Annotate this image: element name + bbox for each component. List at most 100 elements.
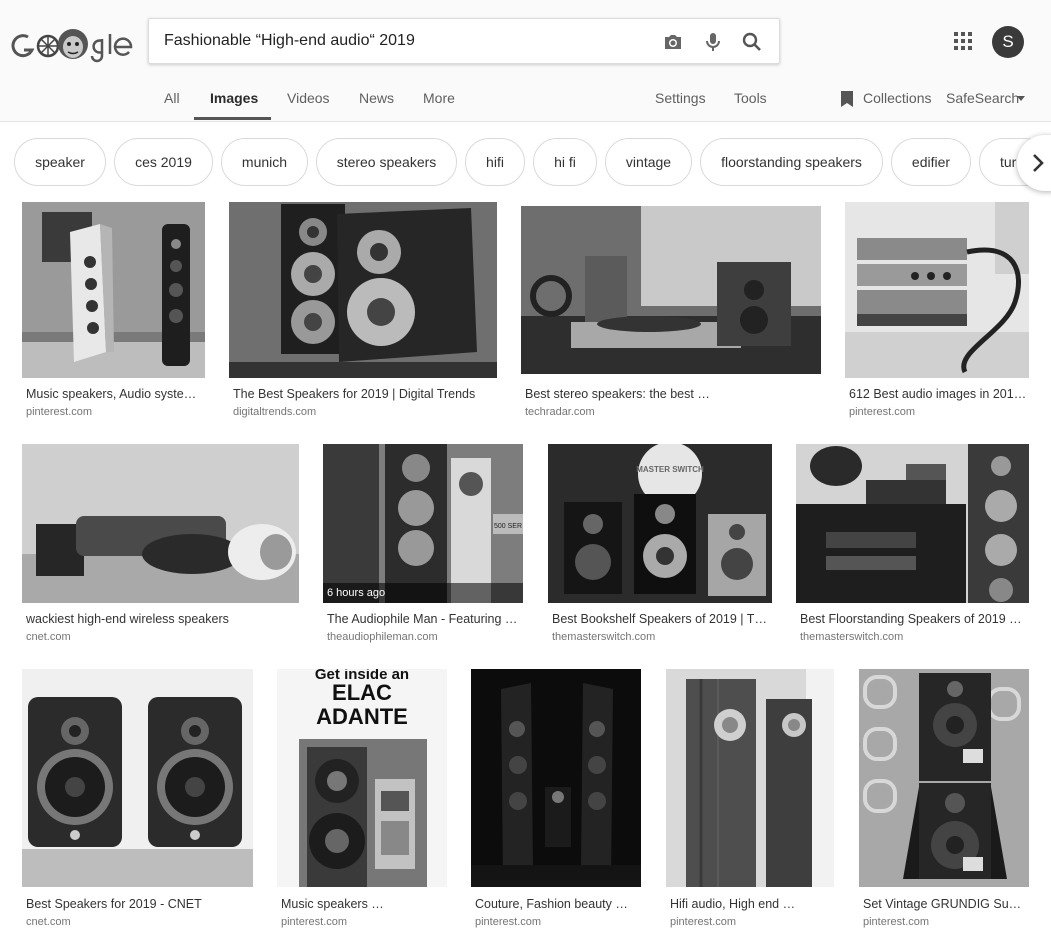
tools-link[interactable]: Tools	[734, 90, 767, 106]
result-thumbnail[interactable]: 500 SER 6 hours ago	[323, 444, 523, 603]
vintage-grundig-thumbnail	[859, 669, 1029, 887]
result-thumbnail[interactable]	[22, 669, 253, 887]
hifi-rack-thumbnail	[796, 444, 1029, 603]
result-caption[interactable]: 612 Best audio images in 201…	[849, 387, 1027, 401]
q-acoustics-speakers-thumbnail	[22, 669, 253, 887]
result-caption[interactable]: wackiest high-end wireless speakers	[26, 612, 296, 626]
amplifier-thumbnail	[845, 202, 1029, 378]
chip-hifi[interactable]: hifi	[465, 138, 525, 186]
speaker-thumbnail	[22, 202, 205, 378]
result-domain[interactable]: theaudiophileman.com	[327, 631, 438, 643]
chevron-right-icon	[1033, 154, 1044, 172]
image-result[interactable]: wackiest high-end wireless speakers cnet…	[22, 444, 299, 654]
result-caption[interactable]: Best Floorstanding Speakers of 2019 …	[800, 612, 1026, 626]
image-result[interactable]: Music speakers, Audio syste… pinterest.c…	[22, 202, 205, 422]
search-box	[148, 18, 780, 64]
result-thumbnail[interactable]	[521, 206, 821, 374]
chip-edifier[interactable]: edifier	[891, 138, 971, 186]
tab-videos[interactable]: Videos	[287, 90, 330, 106]
top-bar: S All Images Videos News More Settings T…	[0, 0, 1051, 122]
result-caption[interactable]: Music speakers …	[281, 897, 445, 911]
apps-grid-icon[interactable]	[952, 30, 974, 52]
result-caption[interactable]: The Best Speakers for 2019 | Digital Tre…	[233, 387, 495, 401]
result-caption[interactable]: Set Vintage GRUNDIG Su…	[863, 897, 1027, 911]
result-domain[interactable]: digitaltrends.com	[233, 406, 316, 418]
chip-hi-fi[interactable]: hi fi	[533, 138, 597, 186]
wooden-towers-thumbnail	[666, 669, 834, 887]
chip-speaker[interactable]: speaker	[14, 138, 106, 186]
google-doodle-logo[interactable]	[10, 26, 135, 66]
bookshelf-speakers-thumbnail: MASTER SWITCH	[548, 444, 772, 603]
result-domain[interactable]: themasterswitch.com	[800, 631, 903, 643]
image-result[interactable]: Hifi audio, High end … pinterest.com	[666, 669, 834, 931]
image-result[interactable]: Get inside an ELAC ADANTE Music speakers…	[277, 669, 447, 931]
result-domain[interactable]: themasterswitch.com	[552, 631, 655, 643]
result-time-overlay: 6 hours ago	[323, 583, 523, 603]
image-result[interactable]: Best Speakers for 2019 - CNET cnet.com	[22, 669, 253, 931]
chevron-down-icon[interactable]	[1017, 96, 1025, 101]
thumb-label-master-switch: MASTER SWITCH	[636, 465, 704, 474]
result-thumbnail[interactable]	[845, 202, 1029, 378]
chip-floorstanding-speakers[interactable]: floorstanding speakers	[700, 138, 883, 186]
result-caption[interactable]: Music speakers, Audio syste…	[26, 387, 202, 401]
search-icon[interactable]	[740, 30, 764, 54]
result-domain[interactable]: pinterest.com	[475, 916, 541, 928]
result-caption[interactable]: Best Bookshelf Speakers of 2019 | T…	[552, 612, 770, 626]
result-domain[interactable]: pinterest.com	[26, 406, 92, 418]
camera-icon[interactable]	[661, 30, 685, 54]
chip-ces-2019[interactable]: ces 2019	[114, 138, 213, 186]
result-domain[interactable]: pinterest.com	[670, 916, 736, 928]
result-domain[interactable]: cnet.com	[26, 631, 71, 643]
image-result[interactable]: Set Vintage GRUNDIG Su… pinterest.com	[859, 669, 1029, 931]
result-domain[interactable]: pinterest.com	[849, 406, 915, 418]
thumb-text-adante: ADANTE	[316, 704, 408, 729]
image-result[interactable]: The Best Speakers for 2019 | Digital Tre…	[229, 202, 497, 422]
bookmark-icon[interactable]	[840, 90, 854, 108]
result-caption[interactable]: Hifi audio, High end …	[670, 897, 832, 911]
result-domain[interactable]: pinterest.com	[281, 916, 347, 928]
result-thumbnail[interactable]: MASTER SWITCH	[548, 444, 772, 603]
result-caption[interactable]: Best stereo speakers: the best …	[525, 387, 815, 401]
result-thumbnail[interactable]	[666, 669, 834, 887]
microphone-icon[interactable]	[701, 30, 725, 54]
tab-news[interactable]: News	[359, 90, 394, 106]
settings-link[interactable]: Settings	[655, 90, 706, 106]
result-thumbnail[interactable]	[471, 669, 641, 887]
result-caption[interactable]: Couture, Fashion beauty …	[475, 897, 639, 911]
search-input[interactable]	[164, 29, 644, 53]
active-tab-indicator	[194, 117, 271, 120]
floorstanding-speakers-thumbnail: 500 SER	[323, 444, 523, 603]
image-result[interactable]: MASTER SWITCH Best Bookshelf Speakers of…	[548, 444, 772, 654]
chip-munich[interactable]: munich	[221, 138, 308, 186]
collections-link[interactable]: Collections	[863, 90, 931, 106]
chip-stereo-speakers[interactable]: stereo speakers	[316, 138, 457, 186]
result-caption[interactable]: Best Speakers for 2019 - CNET	[26, 897, 250, 911]
turntable-thumbnail	[521, 206, 821, 374]
chip-vintage[interactable]: vintage	[605, 138, 692, 186]
result-thumbnail[interactable]	[796, 444, 1029, 603]
speaker-thumbnail	[229, 202, 497, 378]
tab-images[interactable]: Images	[210, 90, 258, 106]
result-thumbnail[interactable]	[859, 669, 1029, 887]
image-result[interactable]: Best Floorstanding Speakers of 2019 … th…	[796, 444, 1029, 654]
tab-all[interactable]: All	[164, 90, 180, 106]
safesearch-menu[interactable]: SafeSearch	[946, 90, 1019, 106]
elac-adante-thumbnail: Get inside an ELAC ADANTE	[277, 669, 447, 887]
image-result[interactable]: 612 Best audio images in 201… pinterest.…	[845, 202, 1029, 422]
image-result[interactable]: Couture, Fashion beauty … pinterest.com	[471, 669, 641, 931]
result-caption[interactable]: The Audiophile Man - Featuring …	[327, 612, 521, 626]
result-thumbnail[interactable]: Get inside an ELAC ADANTE	[277, 669, 447, 887]
dark-towers-thumbnail	[471, 669, 641, 887]
tab-more[interactable]: More	[423, 90, 455, 106]
account-avatar[interactable]: S	[992, 26, 1024, 58]
result-thumbnail[interactable]	[22, 202, 205, 378]
image-result[interactable]: Best stereo speakers: the best … techrad…	[521, 202, 821, 422]
result-thumbnail[interactable]	[229, 202, 497, 378]
result-domain[interactable]: cnet.com	[26, 916, 71, 928]
image-result[interactable]: 500 SER 6 hours ago The Audiophile Man -…	[323, 444, 523, 654]
result-thumbnail[interactable]	[22, 444, 299, 603]
result-domain[interactable]: techradar.com	[525, 406, 595, 418]
thumb-label-500: 500 SER	[494, 523, 522, 530]
thumb-text-elac: ELAC	[332, 680, 392, 705]
result-domain[interactable]: pinterest.com	[863, 916, 929, 928]
